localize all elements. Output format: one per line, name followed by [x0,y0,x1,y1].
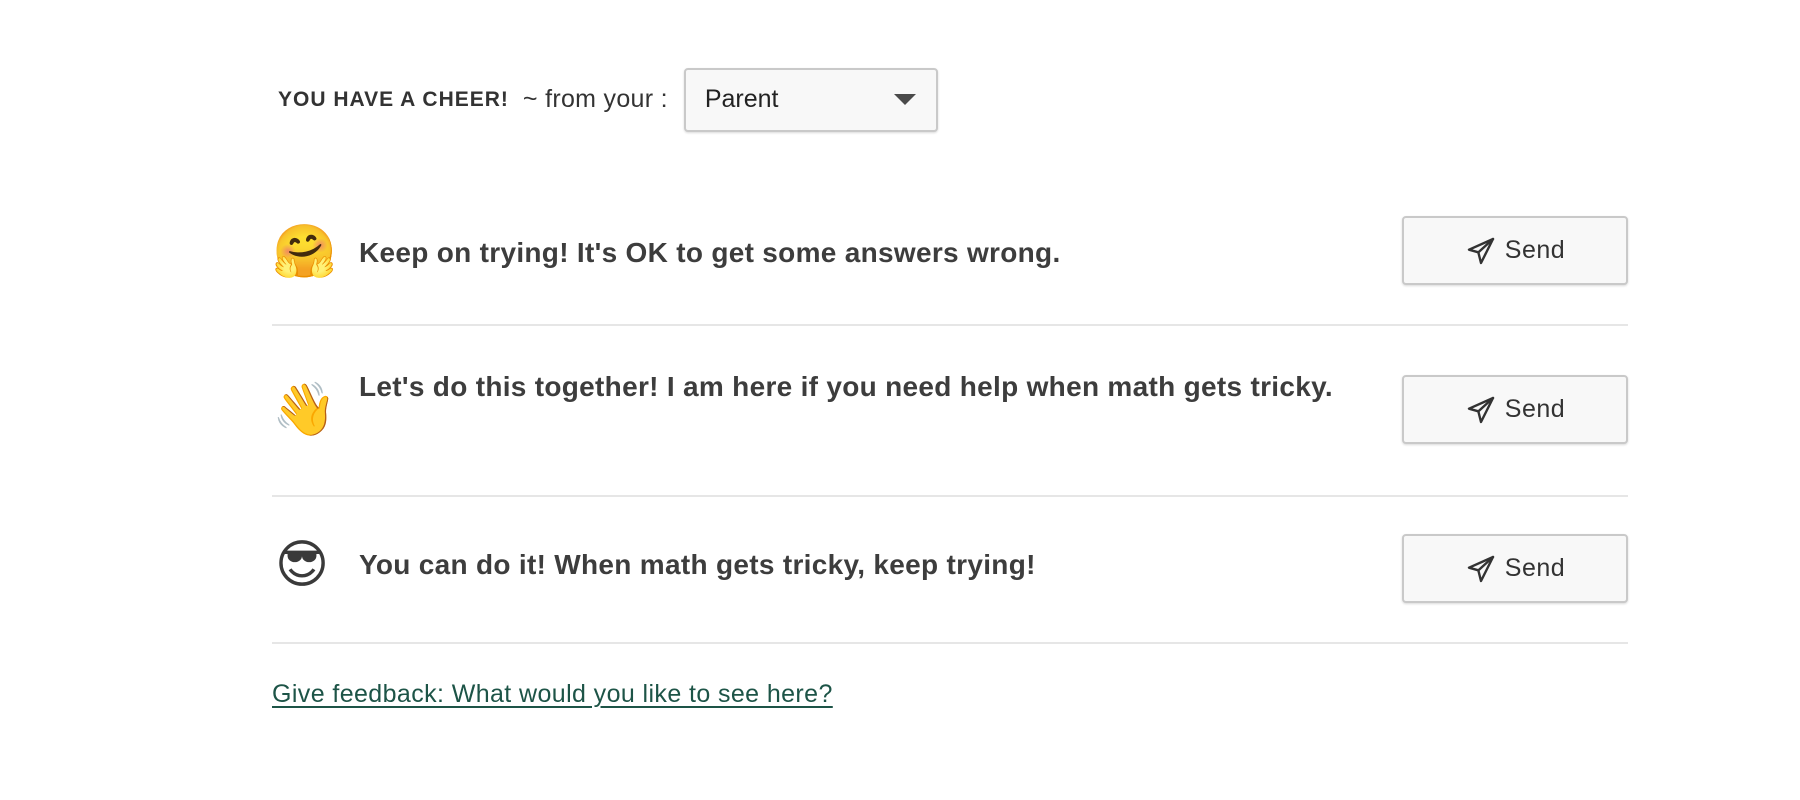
waving-hand-icon: 👋 [272,381,337,439]
send-button-label: Send [1504,395,1566,423]
feedback-link[interactable]: Give feedback: What would you like to se… [272,680,833,709]
cheer-row: 👋 Let's do this together! I am here if y… [272,326,1628,497]
cheer-row: 😎 You can do it! When math gets tricky, … [272,497,1628,644]
cheer-message: Keep on trying! It's OK to get some answ… [359,237,1061,268]
paper-plane-icon [1467,396,1494,423]
relation-select[interactable]: Parent [683,67,938,132]
cheer-message: You can do it! When math gets tricky, ke… [359,549,1036,580]
cheer-message: Let's do this together! I am here if you… [359,371,1333,402]
hugging-face-icon: 🤗 [272,223,337,281]
relation-select-value: Parent [704,85,779,113]
chevron-down-icon [893,94,916,105]
paper-plane-icon [1467,555,1494,582]
from-label: ~ from your : [522,85,668,113]
cheer-row: 🤗 Keep on trying! It's OK to get some an… [272,200,1628,326]
send-button[interactable]: Send [1402,216,1628,285]
send-button-label: Send [1504,236,1566,264]
send-button[interactable]: Send [1402,534,1628,603]
sunglasses-face-icon: 😎 [274,536,330,594]
cheer-header: YOU HAVE A CHEER! ~ from your : Parent [278,66,938,133]
cheer-title: YOU HAVE A CHEER! [278,87,509,111]
send-button[interactable]: Send [1402,375,1628,444]
paper-plane-icon [1467,237,1494,264]
send-button-label: Send [1504,554,1566,582]
